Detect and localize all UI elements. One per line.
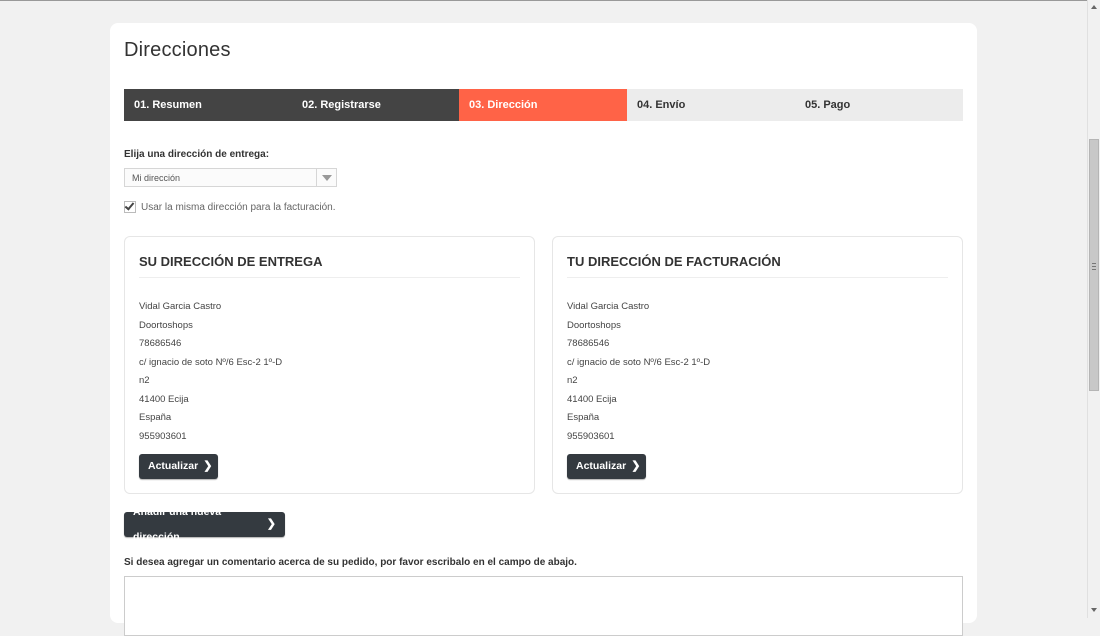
step-direccion: 03. Dirección	[459, 89, 627, 121]
billing-name: Vidal Garcia Castro	[567, 301, 650, 312]
update-delivery-button[interactable]: Actualizar ❯	[139, 454, 218, 479]
comment-label: Si desea agregar un comentario acerca de…	[124, 557, 577, 568]
billing-id: 78686546	[567, 338, 610, 349]
page-title: Direcciones	[124, 39, 231, 61]
billing-company: Doortoshops	[567, 319, 621, 331]
delivery-street: c/ ignacio de soto Nº/6 Esc-2 1º-D	[139, 356, 283, 368]
comment-textarea[interactable]	[124, 576, 963, 636]
billing-address-lines: Vidal Garcia Castro Doortoshops 78686546…	[567, 298, 710, 446]
scroll-up-arrow-icon[interactable]	[1091, 5, 1097, 9]
billing-address-title: TU DIRECCIÓN DE FACTURACIÓN	[567, 254, 948, 278]
addresses-panel: Direcciones 01. Resumen 02. Registrarse …	[110, 23, 977, 636]
billing-street: c/ ignacio de soto Nº/6 Esc-2 1º-D	[567, 356, 711, 368]
page-scrollbar[interactable]	[1087, 0, 1100, 618]
chevron-right-icon: ❯	[266, 518, 276, 530]
same-billing-checkbox[interactable]	[124, 201, 136, 213]
address-select-label: Elija una dirección de entrega:	[124, 149, 270, 160]
caret-down-icon	[322, 175, 332, 181]
step-envio: 04. Envío	[627, 89, 795, 121]
delivery-country: España	[139, 412, 172, 423]
delivery-address-lines: Vidal Garcia Castro Doortoshops 78686546…	[139, 298, 282, 446]
delivery-company: Doortoshops	[139, 319, 193, 331]
add-new-address-button[interactable]: Añadir una nueva dirección ❯	[124, 506, 285, 543]
billing-city: 41400 Ecija	[567, 393, 617, 405]
scrollbar-thumb[interactable]	[1089, 139, 1099, 391]
delivery-address-title: SU DIRECCIÓN DE ENTREGA	[139, 254, 520, 278]
delivery-city: 41400 Ecija	[139, 393, 189, 405]
step-resumen[interactable]: 01. Resumen	[124, 89, 292, 121]
chevron-right-icon: ❯	[203, 460, 213, 472]
delivery-address-card: SU DIRECCIÓN DE ENTREGA Vidal Garcia Cas…	[124, 236, 535, 494]
grip-icon	[1092, 263, 1096, 270]
step-registrarse[interactable]: 02. Registrarse	[292, 89, 459, 121]
step-pago: 05. Pago	[795, 89, 963, 121]
address-select[interactable]: Mi dirección	[124, 168, 337, 187]
checkout-steps: 01. Resumen 02. Registrarse 03. Direcció…	[124, 89, 963, 121]
billing-street-2: n2	[567, 375, 578, 386]
scroll-down-arrow-icon[interactable]	[1091, 608, 1097, 612]
same-billing-label: Usar la misma dirección para la facturac…	[141, 201, 336, 213]
same-billing-row[interactable]: Usar la misma dirección para la facturac…	[124, 201, 336, 213]
billing-address-card: TU DIRECCIÓN DE FACTURACIÓN Vidal Garcia…	[552, 236, 963, 494]
window-top-border	[0, 0, 1100, 1]
delivery-id: 78686546	[139, 338, 182, 349]
select-arrow-button[interactable]	[316, 169, 336, 186]
billing-country: España	[567, 412, 600, 423]
delivery-name: Vidal Garcia Castro	[139, 301, 222, 312]
update-delivery-label: Actualizar	[148, 460, 199, 472]
chevron-right-icon: ❯	[631, 460, 641, 472]
billing-phone: 955903601	[567, 430, 615, 442]
update-billing-label: Actualizar	[576, 460, 627, 472]
address-select-value: Mi dirección	[132, 173, 181, 183]
update-billing-button[interactable]: Actualizar ❯	[567, 454, 646, 479]
delivery-phone: 955903601	[139, 430, 187, 442]
add-new-address-label: Añadir una nueva dirección	[133, 505, 222, 543]
delivery-street-2: n2	[139, 375, 150, 386]
